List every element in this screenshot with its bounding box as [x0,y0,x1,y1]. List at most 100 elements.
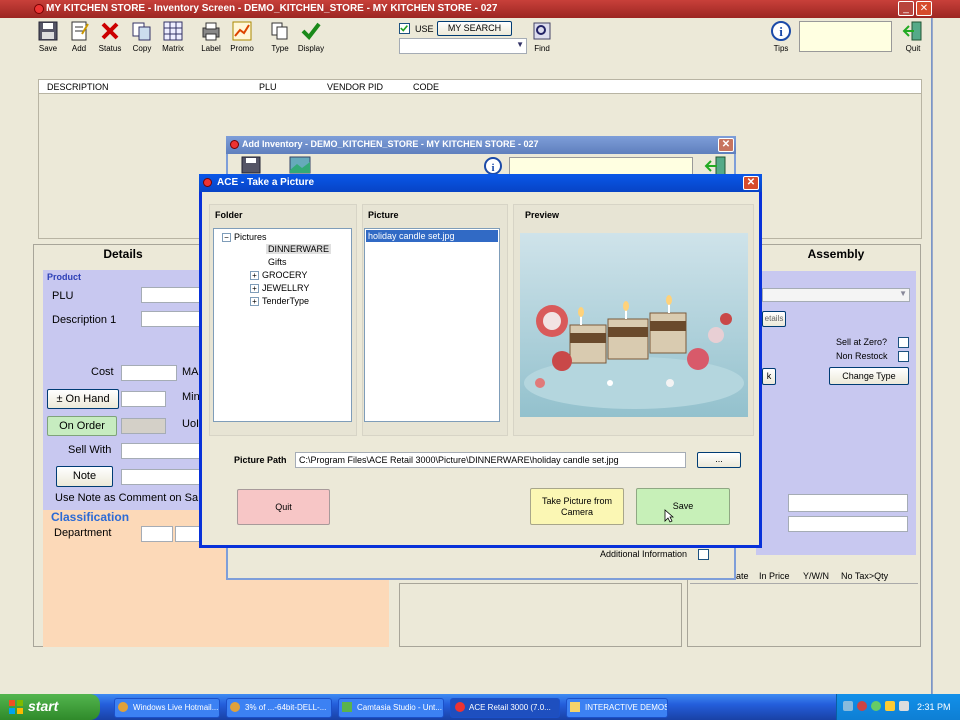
pages-icon [271,22,288,40]
expand-icon[interactable]: + [250,284,259,294]
desktop-strip [932,18,960,694]
my-search-button[interactable]: MY SEARCH [437,21,512,36]
assembly-col-in-price[interactable]: In Price [759,571,790,581]
exit-door-icon[interactable] [704,156,728,176]
picture-path-label: Picture Path [234,455,287,465]
network-icon[interactable] [843,701,853,711]
browser-icon [230,702,240,712]
svg-text:i: i [491,162,494,174]
task-hotmail[interactable]: Windows Live Hotmail... [114,698,220,718]
minimize-button[interactable]: _ [898,1,914,16]
picture-item-selected[interactable]: holiday candle set.jpg [366,230,498,242]
plu-label: PLU [52,290,74,302]
tray-app-icon[interactable] [857,701,867,711]
close-main-button[interactable]: ✕ [916,1,932,16]
on-hand-field[interactable] [121,391,166,407]
camtasia-icon [342,702,352,712]
floppy-icon[interactable] [240,156,262,174]
browse-button[interactable]: ... [697,452,741,468]
search-combo[interactable]: ▼ [399,38,527,54]
tree-item-gifts[interactable]: Gifts [268,257,287,267]
picture-icon[interactable] [288,156,312,174]
grid-col-plu[interactable]: PLU [259,82,277,92]
tree-root[interactable]: − Pictures [222,232,267,243]
windows-logo-icon [9,700,23,714]
tree-item-tendertype[interactable]: + TenderType [250,296,309,307]
tree-item-jewellry[interactable]: + JEWELLRY [250,283,309,294]
picture-path-field[interactable]: C:\Program Files\ACE Retail 3000\Picture… [295,452,686,468]
cost-label: Cost [91,366,114,378]
min-label: Min [182,391,200,403]
use-label: USE [415,24,434,34]
clock: 2:31 PM [917,702,951,712]
assembly-col-ywn[interactable]: Y/W/N [803,571,829,581]
main-window-title: MY KITCHEN STORE - Inventory Screen - DE… [46,3,498,14]
assembly-combo[interactable]: ▼ [762,288,910,302]
info-icon: i [771,21,791,41]
copy-icon [132,22,151,41]
expand-icon[interactable]: + [250,271,259,281]
chevron-down-icon: ▼ [516,40,524,49]
on-order-button[interactable]: On Order [47,416,117,436]
task-camtasia[interactable]: Camtasia Studio - Unt... [338,698,444,718]
classification-label: Classification [51,510,130,524]
assembly-col-rate[interactable]: ate [736,571,749,581]
add-inventory-titlebar: Add Inventory - DEMO_KITCHEN_STORE - MY … [226,136,736,154]
task-ace-retail[interactable]: ACE Retail 3000 (7.0... [450,698,560,718]
tray-app-icon[interactable] [885,701,895,711]
collapse-icon[interactable]: − [222,233,231,243]
close-add-inventory-button[interactable]: ✕ [718,138,734,152]
picture-heading: Picture [368,210,399,220]
on-hand-button[interactable]: ± On Hand [47,389,119,409]
take-picture-camera-button[interactable]: Take Picture from Camera [530,488,624,525]
assembly-field-2[interactable] [788,516,908,532]
picture-list[interactable]: holiday candle set.jpg [364,228,500,422]
task-progress[interactable]: 3% of ...-64bit-DELL-... [226,698,332,718]
quit-tool-button[interactable]: Quit [898,20,928,58]
department-field[interactable] [141,526,173,542]
non-restock-checkbox[interactable] [898,351,909,362]
tree-item-grocery[interactable]: + GROCERY [250,270,307,281]
grid-header: DESCRIPTION PLU VENDOR PID CODE [39,80,921,94]
note-button[interactable]: Note [56,466,113,487]
task-interactive-demos[interactable]: INTERACTIVE DEMOS [566,698,668,718]
folder-tree[interactable]: − Pictures DINNERWARE Gifts + GROCERY + JEW… [213,228,352,422]
note-field[interactable] [121,469,201,485]
change-type-button[interactable]: Change Type [829,367,909,385]
assembly-field-1[interactable] [788,494,908,512]
find-button[interactable]: Find [528,20,556,58]
note-comment-label: Use Note as Comment on Sa [55,492,199,504]
on-order-field [121,418,166,434]
plu-field[interactable] [141,287,201,303]
main-window-titlebar: MY KITCHEN STORE - Inventory Screen - DE… [0,0,960,18]
save-button[interactable]: Save [636,488,730,525]
preview-heading: Preview [525,210,560,220]
use-checkbox[interactable] [399,23,410,34]
sell-at-zero-checkbox[interactable] [898,337,909,348]
cost-field[interactable] [121,365,177,381]
additional-info-checkbox[interactable] [698,549,709,560]
k-button[interactable]: k [762,368,776,385]
expand-icon[interactable]: + [250,297,259,307]
tray-app-icon[interactable] [871,701,881,711]
details-button[interactable]: etails [762,311,786,327]
status-tool-button[interactable]: Status [92,20,128,58]
quit-button[interactable]: Quit [237,489,330,525]
grid-col-code[interactable]: CODE [413,82,439,92]
tips-button[interactable]: i Tips [766,20,796,58]
tree-item-dinnerware[interactable]: DINNERWARE [266,244,332,254]
folder-icon [570,702,580,712]
display-tool-button[interactable]: Display [293,20,329,58]
info-icon[interactable]: i [482,156,504,174]
matrix-tool-button[interactable]: Matrix [155,20,191,58]
close-dialog-button[interactable]: ✕ [743,176,759,190]
sell-with-field[interactable] [121,443,201,459]
matrix-icon [163,21,183,41]
details-heading: Details [103,247,143,261]
volume-icon[interactable] [899,701,909,711]
grid-col-description[interactable]: DESCRIPTION [47,82,109,92]
assembly-col-no-tax[interactable]: No Tax>Qty [841,571,888,581]
promo-tool-button[interactable]: Promo [224,20,260,58]
grid-col-vendor-pid[interactable]: VENDOR PID [327,82,383,92]
description-field[interactable] [141,311,201,327]
